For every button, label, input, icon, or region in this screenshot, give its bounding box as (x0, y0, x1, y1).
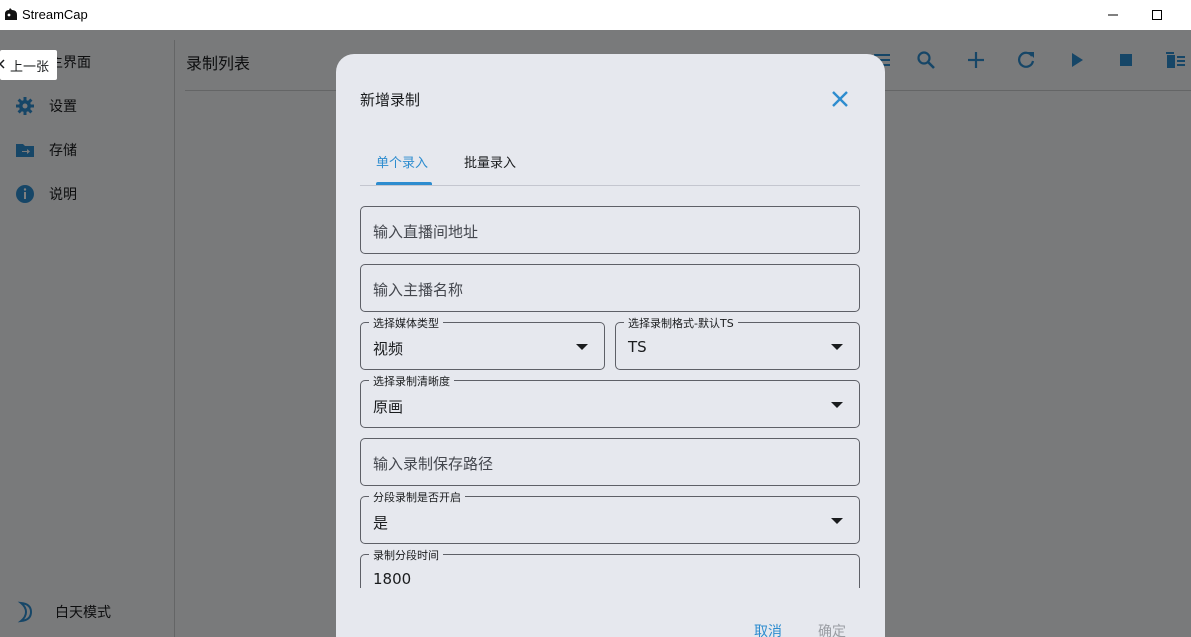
save-path-placeholder: 输入录制保存路径 (373, 455, 494, 473)
segment-enabled-label: 分段录制是否开启 (369, 489, 465, 505)
confirm-button[interactable]: 确定 (818, 621, 846, 637)
format-select[interactable]: 选择录制格式-默认TS TS (615, 315, 860, 370)
streamer-name-input[interactable]: 输入主播名称 (360, 264, 860, 312)
caret-down-icon (831, 344, 843, 350)
app-logo-icon (3, 6, 19, 22)
tooltip: 上一张 (0, 50, 57, 80)
chevron-left-icon (0, 58, 6, 73)
caret-down-icon (576, 344, 588, 350)
quality-value: 原画 (373, 398, 404, 416)
tab-bar: 单个录入 批量录入 (360, 144, 860, 186)
close-icon[interactable] (828, 87, 852, 111)
quality-label: 选择录制清晰度 (369, 373, 454, 389)
url-placeholder: 输入直播间地址 (373, 223, 479, 241)
title-bar: StreamCap (0, 0, 1191, 30)
media-type-value: 视频 (373, 340, 404, 358)
cancel-button[interactable]: 取消 (754, 621, 782, 637)
media-type-label: 选择媒体类型 (369, 315, 443, 331)
tab-indicator (376, 182, 432, 185)
tab-batch[interactable]: 批量录入 (464, 152, 516, 171)
dialog-title: 新增录制 (360, 91, 421, 109)
save-path-input[interactable]: 输入录制保存路径 (360, 438, 860, 486)
url-input[interactable]: 输入直播间地址 (360, 206, 860, 254)
segment-enabled-select[interactable]: 分段录制是否开启 是 (360, 489, 860, 544)
media-type-select[interactable]: 选择媒体类型 视频 (360, 315, 605, 370)
quality-select[interactable]: 选择录制清晰度 原画 (360, 373, 860, 428)
segment-time-value: 1800 (373, 570, 412, 588)
format-value: TS (628, 338, 647, 356)
maximize-button[interactable] (1145, 4, 1169, 26)
new-recording-dialog: 新增录制 单个录入 批量录入 输入直播间地址 输入主播名称 选择媒体类型 视频 … (336, 54, 885, 637)
window-title: StreamCap (22, 7, 88, 22)
caret-down-icon (831, 402, 843, 408)
minimize-button[interactable] (1101, 4, 1125, 26)
caret-down-icon (831, 518, 843, 524)
dialog-footer (336, 588, 885, 637)
tab-single[interactable]: 单个录入 (376, 152, 428, 171)
streamer-placeholder: 输入主播名称 (373, 281, 464, 299)
segment-time-label: 录制分段时间 (369, 547, 443, 563)
tooltip-text: 上一张 (10, 59, 50, 75)
format-label: 选择录制格式-默认TS (624, 315, 738, 331)
segment-enabled-value: 是 (373, 514, 389, 532)
